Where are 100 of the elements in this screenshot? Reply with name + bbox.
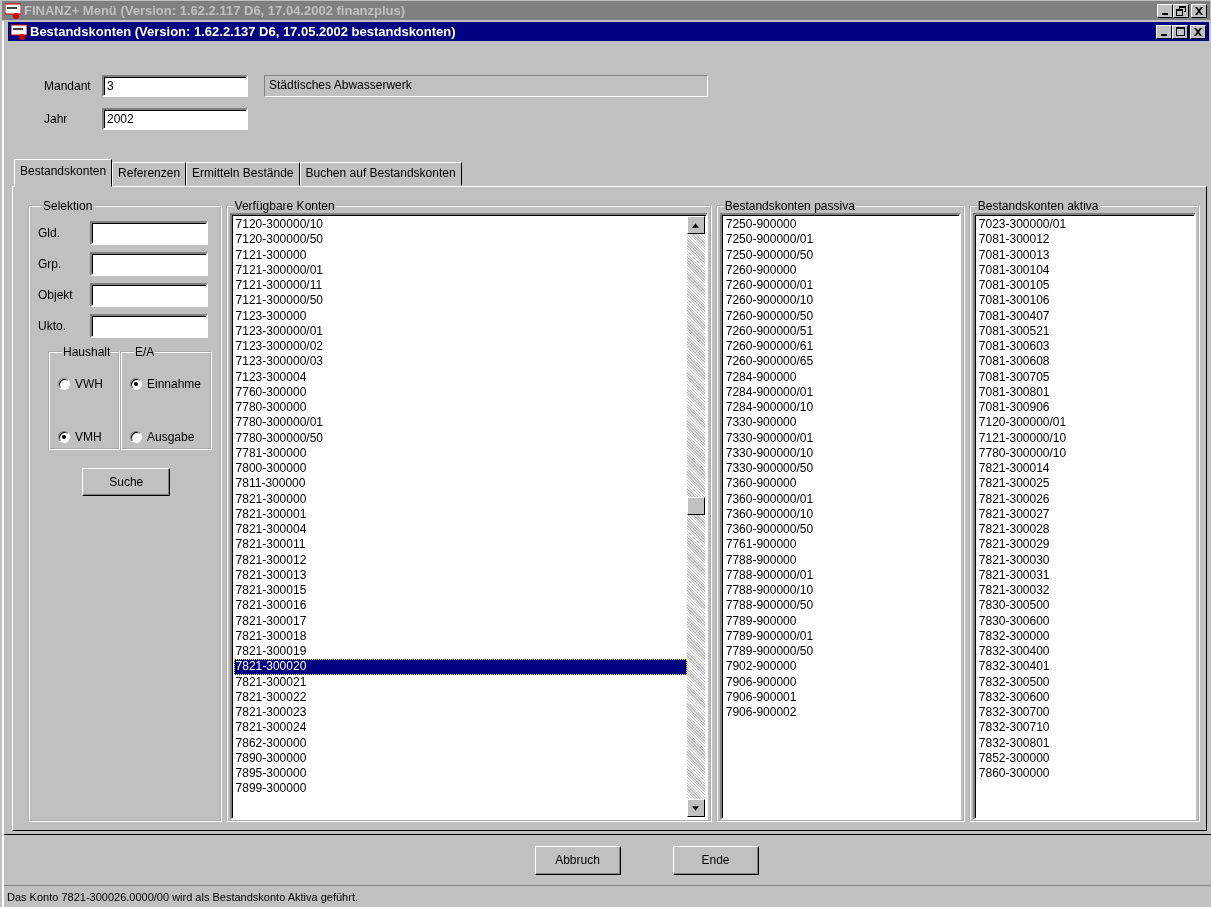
list-item[interactable]: 7121-300000/01 <box>233 262 687 278</box>
list-item[interactable]: 7821-300023 <box>233 705 687 721</box>
list-item[interactable]: 7081-300012 <box>976 232 1194 248</box>
scroll-thumb[interactable] <box>686 497 705 515</box>
list-item[interactable]: 7081-300104 <box>976 262 1194 278</box>
list-item[interactable]: 7250-900000/01 <box>723 232 959 248</box>
list-item[interactable]: 7781-300000 <box>233 445 687 461</box>
list-item[interactable]: 7121-300000/10 <box>976 430 1194 446</box>
minimize-button[interactable] <box>1156 24 1172 39</box>
list-item[interactable]: 7830-300600 <box>976 613 1194 629</box>
list-item[interactable]: 7821-300030 <box>976 552 1194 568</box>
list-item[interactable]: 7821-300027 <box>976 506 1194 522</box>
list-item[interactable]: 7821-300004 <box>233 522 687 538</box>
list-item[interactable]: 7821-300013 <box>233 567 687 583</box>
search-button[interactable]: Suche <box>82 468 171 496</box>
list-item[interactable]: 7832-300700 <box>976 705 1194 721</box>
list-item[interactable]: 7123-300000/03 <box>233 354 687 370</box>
list-item[interactable]: 7081-300407 <box>976 308 1194 324</box>
tab[interactable]: Ermitteln Bestände <box>186 162 300 186</box>
list-item[interactable]: 7780-300000 <box>233 400 687 416</box>
list-item[interactable]: 7788-900000 <box>723 552 959 568</box>
list-item[interactable]: 7800-300000 <box>233 461 687 477</box>
list-item[interactable]: 7360-900000 <box>723 476 959 492</box>
tab[interactable]: Bestandskonten <box>14 159 113 187</box>
input-field[interactable] <box>90 221 208 245</box>
list-item[interactable]: 7852-300000 <box>976 750 1194 766</box>
list-item[interactable]: 7821-300017 <box>233 613 687 629</box>
list-item[interactable]: 7081-300013 <box>976 247 1194 263</box>
list-item[interactable]: 7821-300012 <box>233 552 687 568</box>
list-item[interactable]: 7761-900000 <box>723 537 959 553</box>
list-item[interactable]: 7832-300400 <box>976 644 1194 660</box>
list-item[interactable]: 7906-900002 <box>723 705 959 721</box>
list-item[interactable]: 7811-300000 <box>233 476 687 492</box>
list-item[interactable]: 7832-300500 <box>976 674 1194 690</box>
list-item[interactable]: 7821-300029 <box>976 537 1194 553</box>
list-item[interactable]: 7821-300025 <box>976 476 1194 492</box>
list-item[interactable]: 7780-300000/10 <box>976 445 1194 461</box>
list-item[interactable]: 7081-300603 <box>976 339 1194 355</box>
list-item[interactable]: 7260-900000/65 <box>723 354 959 370</box>
list-item[interactable]: 7821-300016 <box>233 598 687 614</box>
radio-button[interactable]: Einnahme <box>130 375 210 393</box>
list-item[interactable]: 7121-300000 <box>233 247 687 263</box>
dialog-button[interactable]: Ende <box>672 845 759 875</box>
list-item[interactable]: 7120-300000/01 <box>976 415 1194 431</box>
input-field[interactable] <box>90 283 208 307</box>
list-item[interactable]: 7081-300521 <box>976 323 1194 339</box>
list-item[interactable]: 7360-900000/01 <box>723 491 959 507</box>
list-item[interactable]: 7821-300014 <box>976 461 1194 477</box>
scrollbar[interactable] <box>686 216 705 817</box>
list-item[interactable]: 7081-300801 <box>976 384 1194 400</box>
list-item[interactable]: 7789-900000 <box>723 613 959 629</box>
close-button[interactable] <box>1190 24 1206 39</box>
list-item[interactable]: 7832-300600 <box>976 689 1194 705</box>
input-field[interactable] <box>90 252 208 276</box>
list-item[interactable]: 7832-300401 <box>976 659 1194 675</box>
list-item[interactable]: 7789-900000/01 <box>723 628 959 644</box>
list-item[interactable]: 7330-900000 <box>723 415 959 431</box>
list-item[interactable]: 7260-900000 <box>723 262 959 278</box>
list-item[interactable]: 7123-300000/02 <box>233 339 687 355</box>
scroll-down-button[interactable] <box>686 799 705 817</box>
list-item[interactable]: 7284-900000 <box>723 369 959 385</box>
list-item[interactable]: 7890-300000 <box>233 750 687 766</box>
list-item[interactable]: 7121-300000/11 <box>233 278 687 294</box>
list-item[interactable]: 7830-300500 <box>976 598 1194 614</box>
list-item[interactable]: 7821-300000 <box>233 491 687 507</box>
list-item[interactable]: 7260-900000/10 <box>723 293 959 309</box>
input-field[interactable]: 3 <box>102 75 248 97</box>
list-item[interactable]: 7081-300105 <box>976 278 1194 294</box>
list-item[interactable]: 7821-300015 <box>233 583 687 599</box>
list-item[interactable]: 7360-900000/50 <box>723 522 959 538</box>
radio-button[interactable]: VMH <box>58 428 118 446</box>
tab[interactable]: Buchen auf Bestandskonten <box>299 162 462 186</box>
list-item[interactable]: 7284-900000/10 <box>723 400 959 416</box>
list-item[interactable]: 7260-900000/01 <box>723 278 959 294</box>
list-item[interactable]: 7023-300000/01 <box>976 217 1194 233</box>
list-item[interactable]: 7284-900000/01 <box>723 384 959 400</box>
list-item[interactable]: 7821-300020 <box>233 659 687 675</box>
list-item[interactable]: 7821-300022 <box>233 689 687 705</box>
list-item[interactable]: 7821-300024 <box>233 720 687 736</box>
list-item[interactable]: 7862-300000 <box>233 735 687 751</box>
list-item[interactable]: 7788-900000/01 <box>723 567 959 583</box>
list-item[interactable]: 7821-300032 <box>976 583 1194 599</box>
list-item[interactable]: 7120-300000/10 <box>233 217 687 233</box>
list-item[interactable]: 7260-900000/51 <box>723 323 959 339</box>
list-item[interactable]: 7821-300001 <box>233 506 687 522</box>
list-item[interactable]: 7821-300031 <box>976 567 1194 583</box>
list-item[interactable]: 7906-900001 <box>723 689 959 705</box>
list-item[interactable]: 7895-300000 <box>233 766 687 782</box>
list-item[interactable]: 7832-300710 <box>976 720 1194 736</box>
list-item[interactable]: 7081-300608 <box>976 354 1194 370</box>
tab[interactable]: Referenzen <box>112 162 187 186</box>
list-item[interactable]: 7123-300000/01 <box>233 323 687 339</box>
list-item[interactable]: 7123-300000 <box>233 308 687 324</box>
radio-button[interactable]: Ausgabe <box>130 428 210 446</box>
list-item[interactable]: 7081-300705 <box>976 369 1194 385</box>
list-item[interactable]: 7330-900000/50 <box>723 461 959 477</box>
list-item[interactable]: 7123-300004 <box>233 369 687 385</box>
list-item[interactable]: 7260-900000/50 <box>723 308 959 324</box>
list-item[interactable]: 7780-300000/01 <box>233 415 687 431</box>
dialog-button[interactable]: Abbruch <box>534 845 621 875</box>
